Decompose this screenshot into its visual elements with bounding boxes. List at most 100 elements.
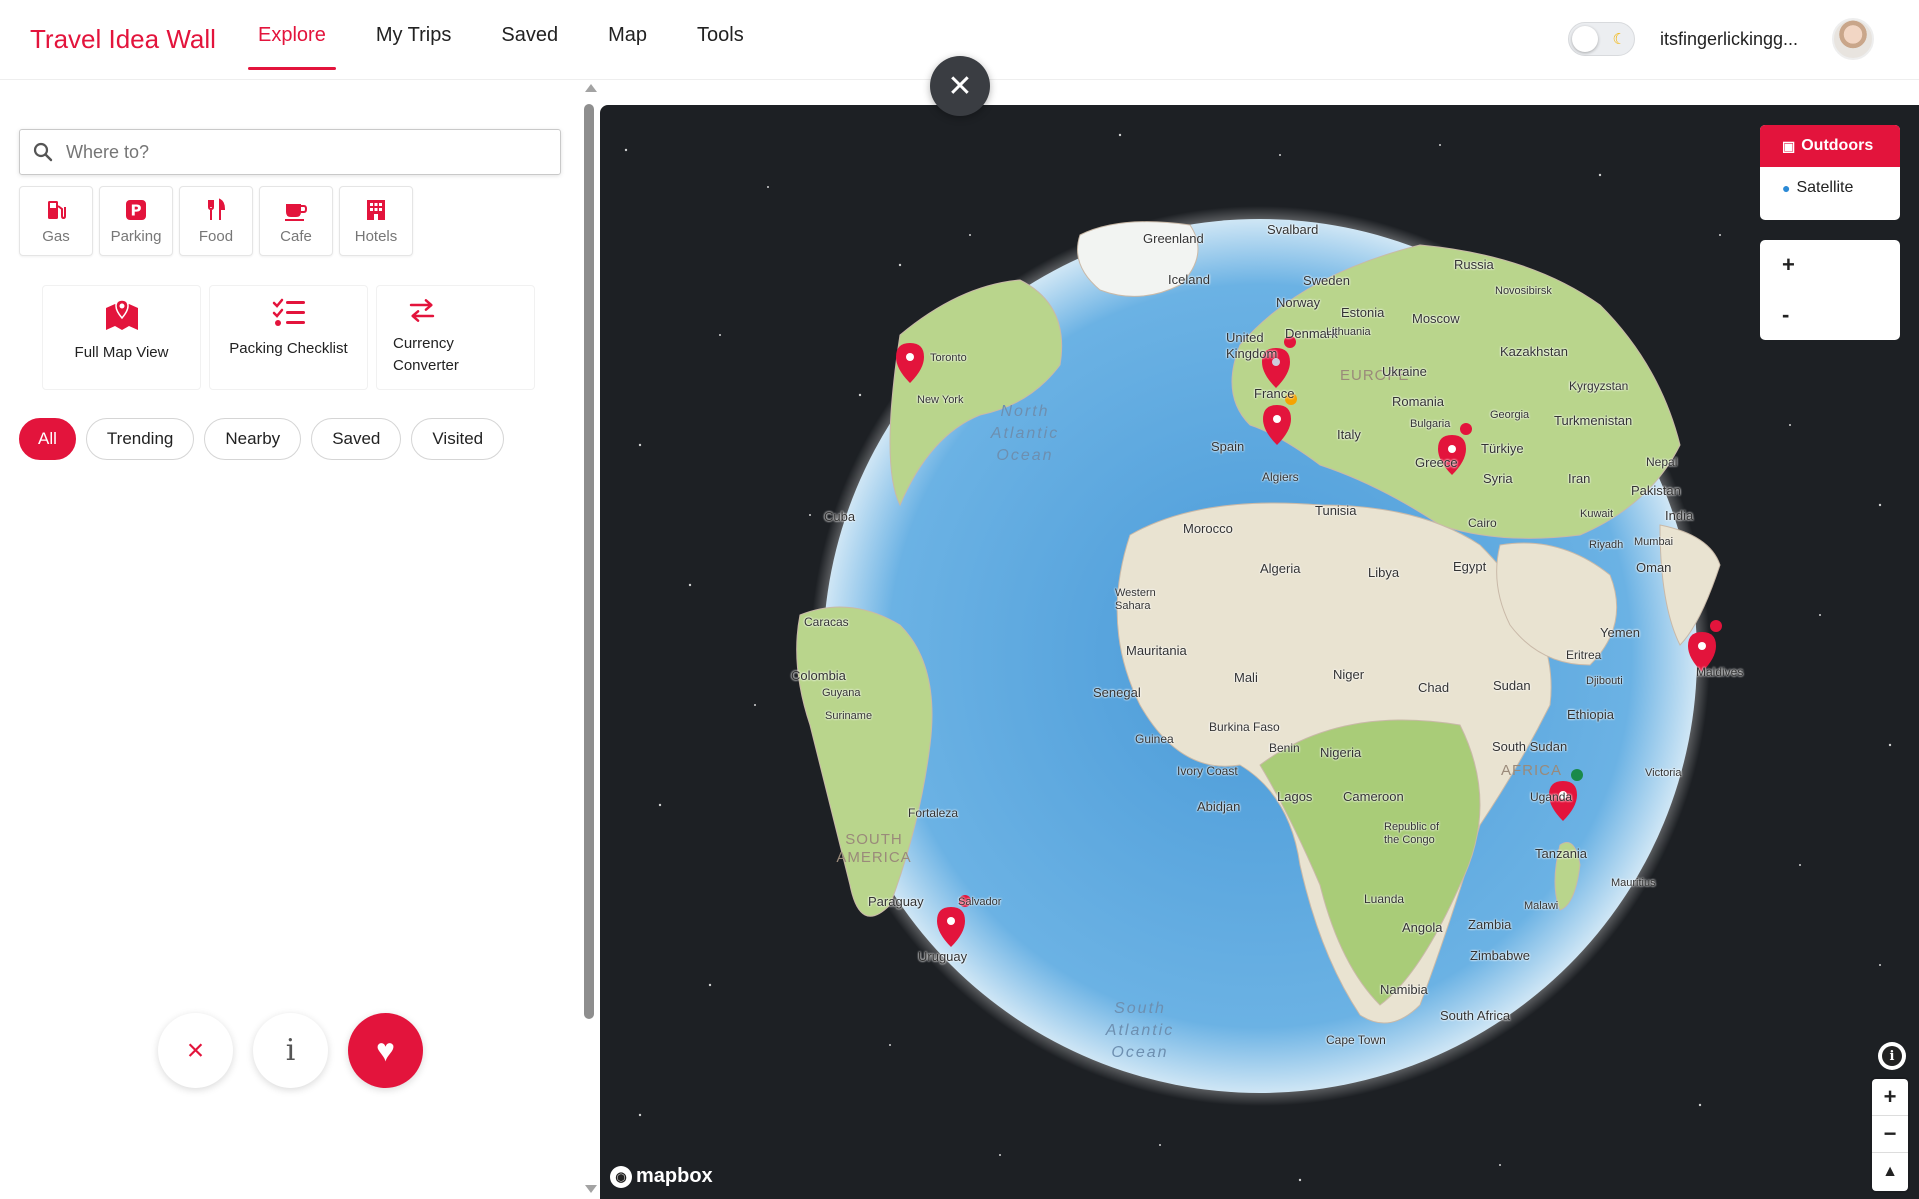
info-button[interactable]: i xyxy=(253,1013,328,1088)
map-label-nepal: Nepal xyxy=(1646,455,1678,469)
scroll-thumb[interactable] xyxy=(584,104,594,1019)
username-label[interactable]: itsfingerlickingg... xyxy=(1660,29,1798,50)
zoom-in-button[interactable]: + xyxy=(1760,240,1900,290)
moon-icon: ☾ xyxy=(1612,31,1626,48)
map-label-guyana: Guyana xyxy=(822,687,861,699)
map-canvas[interactable]: Greenland Svalbard Iceland Russia Norway… xyxy=(600,105,1919,1199)
map-label-greece: Greece xyxy=(1415,455,1458,470)
map-label-mauritius: Mauritius xyxy=(1611,877,1656,889)
like-button[interactable]: ♥ xyxy=(348,1013,423,1088)
map-label-morocco: Morocco xyxy=(1183,521,1233,536)
map-label-pakistan: Pakistan xyxy=(1631,483,1681,498)
map-label-mali: Mali xyxy=(1234,670,1258,685)
nav-zoom-in-button[interactable]: + xyxy=(1872,1079,1908,1116)
filter-trending[interactable]: Trending xyxy=(85,418,195,460)
style-satellite-button[interactable]: ● Satellite xyxy=(1760,167,1900,209)
map-label-eritrea: Eritrea xyxy=(1566,648,1602,662)
map-label-tanzania: Tanzania xyxy=(1535,846,1588,861)
map-label-kuwait: Kuwait xyxy=(1580,508,1614,520)
map-label-malawi: Malawi xyxy=(1524,900,1559,912)
tools-row: Full Map View Packing Checklist Currency… xyxy=(42,285,535,390)
map-label-luanda: Luanda xyxy=(1364,892,1405,906)
map-label-yemen: Yemen xyxy=(1600,625,1640,640)
gas-pump-icon xyxy=(48,200,66,219)
zoom-out-button[interactable]: - xyxy=(1760,290,1900,340)
map-label-sudan: Sudan xyxy=(1493,678,1531,693)
close-panel-button[interactable]: ✕ xyxy=(930,56,990,116)
map-label-svalbard: Svalbard xyxy=(1267,222,1319,237)
filter-visited[interactable]: Visited xyxy=(411,418,505,460)
filter-all[interactable]: All xyxy=(19,418,76,460)
sidebar-scrollbar[interactable] xyxy=(582,80,597,1199)
nav-tools[interactable]: Tools xyxy=(687,0,754,70)
map-label-russia: Russia xyxy=(1454,257,1494,272)
nav-saved[interactable]: Saved xyxy=(491,0,568,70)
full-map-view-label: Full Map View xyxy=(74,344,169,361)
avatar[interactable] xyxy=(1832,18,1874,60)
theme-toggle[interactable]: ☾ xyxy=(1568,22,1635,56)
map-label-suriname: Suriname xyxy=(825,710,873,722)
map-label-oman: Oman xyxy=(1636,560,1672,575)
map-label-turkmenistan: Turkmenistan xyxy=(1554,413,1633,428)
quick-gas-button[interactable]: Gas xyxy=(19,186,93,256)
map-label-paraguay: Paraguay xyxy=(868,894,924,909)
nav-explore[interactable]: Explore xyxy=(248,0,336,70)
globe-icon: ● xyxy=(1782,180,1791,196)
map-label-cuba: Cuba xyxy=(824,509,856,524)
style-outdoors-button[interactable]: ▣ Outdoors xyxy=(1760,125,1900,167)
map-label-syria: Syria xyxy=(1483,471,1513,486)
exchange-arrows-icon xyxy=(409,299,435,322)
close-icon: ✕ xyxy=(947,69,973,103)
quick-food-button[interactable]: Food xyxy=(179,186,253,256)
map-label-toronto: Toronto xyxy=(930,352,967,364)
nav-zoom-out-button[interactable]: − xyxy=(1872,1116,1908,1153)
currency-converter-label: Currency Converter xyxy=(393,335,459,374)
packing-checklist-button[interactable]: Packing Checklist xyxy=(209,285,368,390)
mapbox-logo[interactable]: ◉ mapbox xyxy=(610,1165,713,1188)
map-pin-icon xyxy=(105,299,138,330)
dismiss-button[interactable]: × xyxy=(158,1013,233,1088)
nav-map[interactable]: Map xyxy=(598,0,657,70)
heart-icon: ♥ xyxy=(376,1032,395,1068)
quick-filters: Gas P Parking Food Cafe Hotels xyxy=(19,186,413,256)
map-label-guinea: Guinea xyxy=(1135,732,1174,746)
hotel-icon xyxy=(367,199,385,220)
currency-converter-button[interactable]: Currency Converter xyxy=(376,285,535,390)
map-label-iran: Iran xyxy=(1568,471,1591,486)
landscape-icon: ▣ xyxy=(1782,137,1796,154)
map-label-uruguay: Uruguay xyxy=(918,949,968,964)
attribution-info-button[interactable]: i xyxy=(1878,1042,1906,1070)
map-label-bulgaria: Bulgaria xyxy=(1410,418,1451,430)
quick-parking-button[interactable]: P Parking xyxy=(99,186,173,256)
map-label-mauritania: Mauritania xyxy=(1126,643,1187,658)
checklist-icon xyxy=(272,298,305,326)
full-map-view-button[interactable]: Full Map View xyxy=(42,285,201,390)
map-label-georgia: Georgia xyxy=(1490,409,1530,421)
scroll-up-arrow[interactable] xyxy=(585,84,597,92)
brand-logo[interactable]: Travel Idea Wall xyxy=(30,24,216,55)
scroll-down-arrow[interactable] xyxy=(585,1185,597,1193)
map-label-westernsahara: Western Sahara xyxy=(1115,587,1156,612)
map-label-salvador: Salvador xyxy=(958,896,1002,908)
map-label-capetown: Cape Town xyxy=(1326,1033,1386,1047)
map-label-estonia: Estonia xyxy=(1341,305,1385,320)
filter-saved[interactable]: Saved xyxy=(311,418,402,460)
map-label-riyadh: Riyadh xyxy=(1589,539,1624,551)
quick-hotels-label: Hotels xyxy=(354,227,398,245)
compass-button[interactable]: ▲ xyxy=(1872,1153,1908,1190)
quick-hotels-button[interactable]: Hotels xyxy=(339,186,413,256)
search-input[interactable] xyxy=(66,141,546,163)
quick-cafe-button[interactable]: Cafe xyxy=(259,186,333,256)
map-label-egypt: Egypt xyxy=(1453,559,1487,574)
filter-nearby[interactable]: Nearby xyxy=(204,418,302,460)
close-icon: × xyxy=(186,1033,205,1067)
map-label-romania: Romania xyxy=(1392,394,1445,409)
filter-chips: All Trending Nearby Saved Visited xyxy=(19,418,505,460)
map-label-uganda: Uganda xyxy=(1530,790,1573,804)
map-label-djibouti: Djibouti xyxy=(1586,675,1623,687)
map-label-kazakhstan: Kazakhstan xyxy=(1500,344,1568,359)
nav-my-trips[interactable]: My Trips xyxy=(366,0,462,70)
map-label-moscow: Moscow xyxy=(1412,311,1460,326)
map-label-india: India xyxy=(1665,508,1694,523)
map-label-algeria: Algeria xyxy=(1260,561,1301,576)
